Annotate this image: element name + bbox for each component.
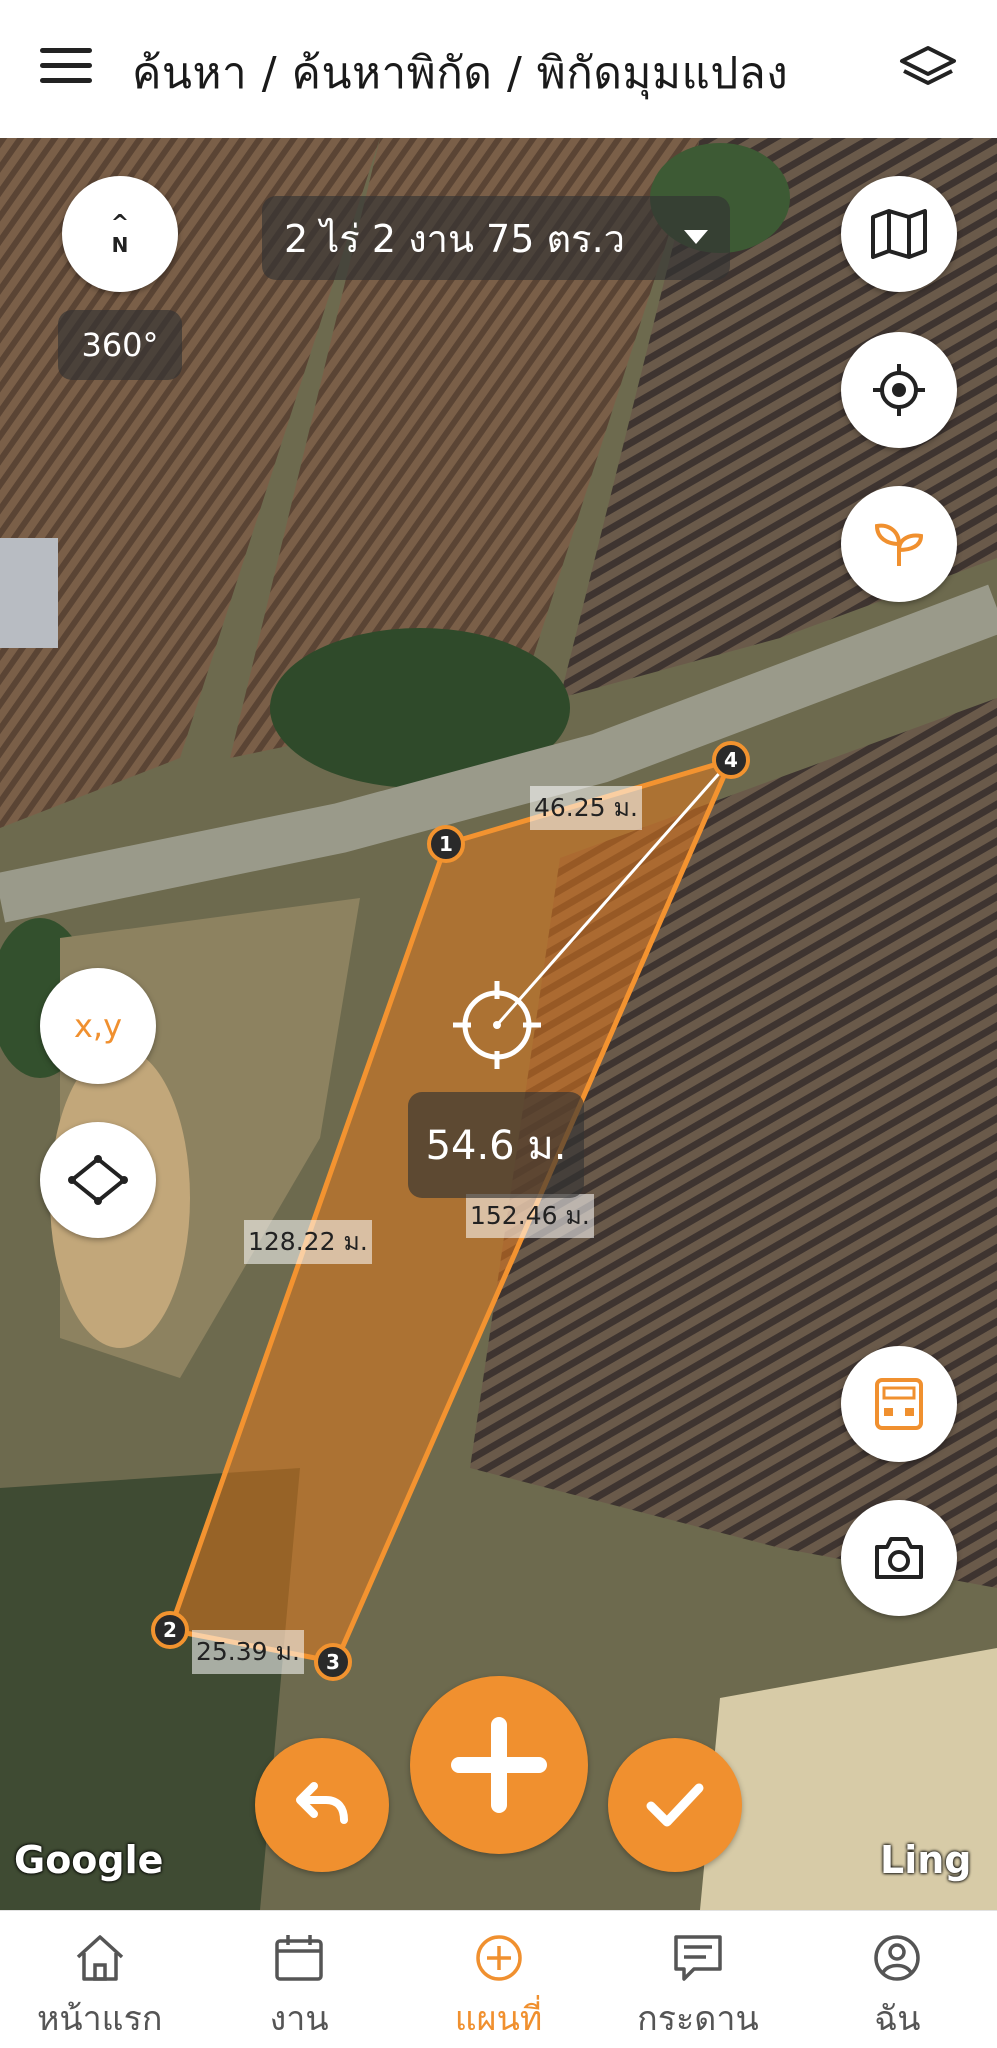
add-circle-icon bbox=[475, 1935, 522, 1981]
camera-button[interactable] bbox=[841, 1500, 957, 1616]
compass-north-arrow-icon: ^ bbox=[110, 211, 130, 236]
vertex-marker-3[interactable]: 3 bbox=[314, 1643, 352, 1681]
calculator-button[interactable] bbox=[841, 1346, 957, 1462]
map-view[interactable]: ^ N 360° 2 ไร่ 2 งาน 75 ตร.ว x,y 46.25 ม… bbox=[0, 138, 997, 1910]
xy-label: x,y bbox=[73, 1007, 123, 1045]
vertex-marker-4[interactable]: 4 bbox=[712, 741, 750, 779]
nav-item-board[interactable]: กระดาน bbox=[598, 1911, 797, 2048]
undo-icon bbox=[296, 1782, 348, 1824]
vertex-marker-1[interactable]: 1 bbox=[427, 825, 465, 863]
edge-length-label: 46.25 ม. bbox=[530, 786, 642, 830]
area-label: 2 ไร่ 2 งาน 75 ตร.ว bbox=[284, 216, 625, 261]
board-icon bbox=[674, 1935, 722, 1981]
xy-coordinate-button[interactable]: x,y bbox=[40, 968, 156, 1084]
bottom-navigation: หน้าแรก งาน แผนที่ กระดาน ฉัน bbox=[0, 1910, 997, 2048]
checkmark-icon bbox=[646, 1783, 704, 1827]
page-title: ค้นหา / ค้นหาพิกัด / พิกัดมุมแปลง bbox=[132, 48, 789, 99]
edge-length-label: 152.46 ม. bbox=[466, 1194, 594, 1238]
map-type-button[interactable] bbox=[841, 176, 957, 292]
camera-icon bbox=[875, 1537, 923, 1579]
calendar-icon bbox=[275, 1935, 323, 1981]
nav-item-home[interactable]: หน้าแรก bbox=[0, 1911, 199, 2048]
map-icon bbox=[871, 209, 927, 259]
plus-icon bbox=[451, 1717, 547, 1813]
crosshair-location-icon bbox=[873, 364, 925, 416]
confirm-button[interactable] bbox=[608, 1738, 742, 1872]
center-crosshair-icon bbox=[453, 981, 541, 1069]
edge-length-label: 25.39 ม. bbox=[192, 1630, 304, 1674]
undo-button[interactable] bbox=[255, 1738, 389, 1872]
locate-me-button[interactable] bbox=[841, 332, 957, 448]
nav-label: หน้าแรก bbox=[36, 1999, 163, 2039]
hamburger-menu-icon[interactable] bbox=[40, 48, 92, 88]
vertex-marker-2[interactable]: 2 bbox=[151, 1611, 189, 1649]
map-watermark: Ling bbox=[880, 1838, 972, 1882]
compass-north-label: N bbox=[111, 233, 129, 257]
nav-item-tasks[interactable]: งาน bbox=[199, 1911, 398, 2048]
heading-readout: 360° bbox=[58, 310, 182, 380]
layers-icon[interactable] bbox=[898, 44, 958, 94]
plant-button[interactable] bbox=[841, 486, 957, 602]
distance-readout: 54.6 ม. bbox=[408, 1092, 584, 1198]
home-icon bbox=[76, 1935, 123, 1981]
sprout-icon bbox=[874, 523, 924, 566]
nav-label: แผนที่ bbox=[454, 1999, 543, 2039]
nav-label: กระดาน bbox=[637, 1999, 759, 2039]
nav-item-map[interactable]: แผนที่ bbox=[399, 1911, 598, 2048]
dropdown-arrow-icon bbox=[684, 230, 708, 244]
add-point-button[interactable] bbox=[410, 1676, 588, 1854]
google-attribution: Google bbox=[14, 1838, 164, 1882]
nav-item-profile[interactable]: ฉัน bbox=[798, 1911, 997, 2048]
polygon-shape-icon bbox=[68, 1155, 128, 1205]
area-selector-dropdown[interactable]: 2 ไร่ 2 งาน 75 ตร.ว bbox=[262, 196, 730, 280]
edge-length-label: 128.22 ม. bbox=[244, 1220, 372, 1264]
nav-label: ฉัน bbox=[874, 1999, 921, 2039]
top-app-bar: ค้นหา / ค้นหาพิกัด / พิกัดมุมแปลง bbox=[0, 0, 997, 138]
calculator-icon bbox=[875, 1378, 923, 1430]
nav-label: งาน bbox=[269, 1999, 329, 2039]
polygon-tool-button[interactable] bbox=[40, 1122, 156, 1238]
compass-button[interactable]: ^ N bbox=[62, 176, 178, 292]
user-profile-icon bbox=[874, 1935, 921, 1981]
